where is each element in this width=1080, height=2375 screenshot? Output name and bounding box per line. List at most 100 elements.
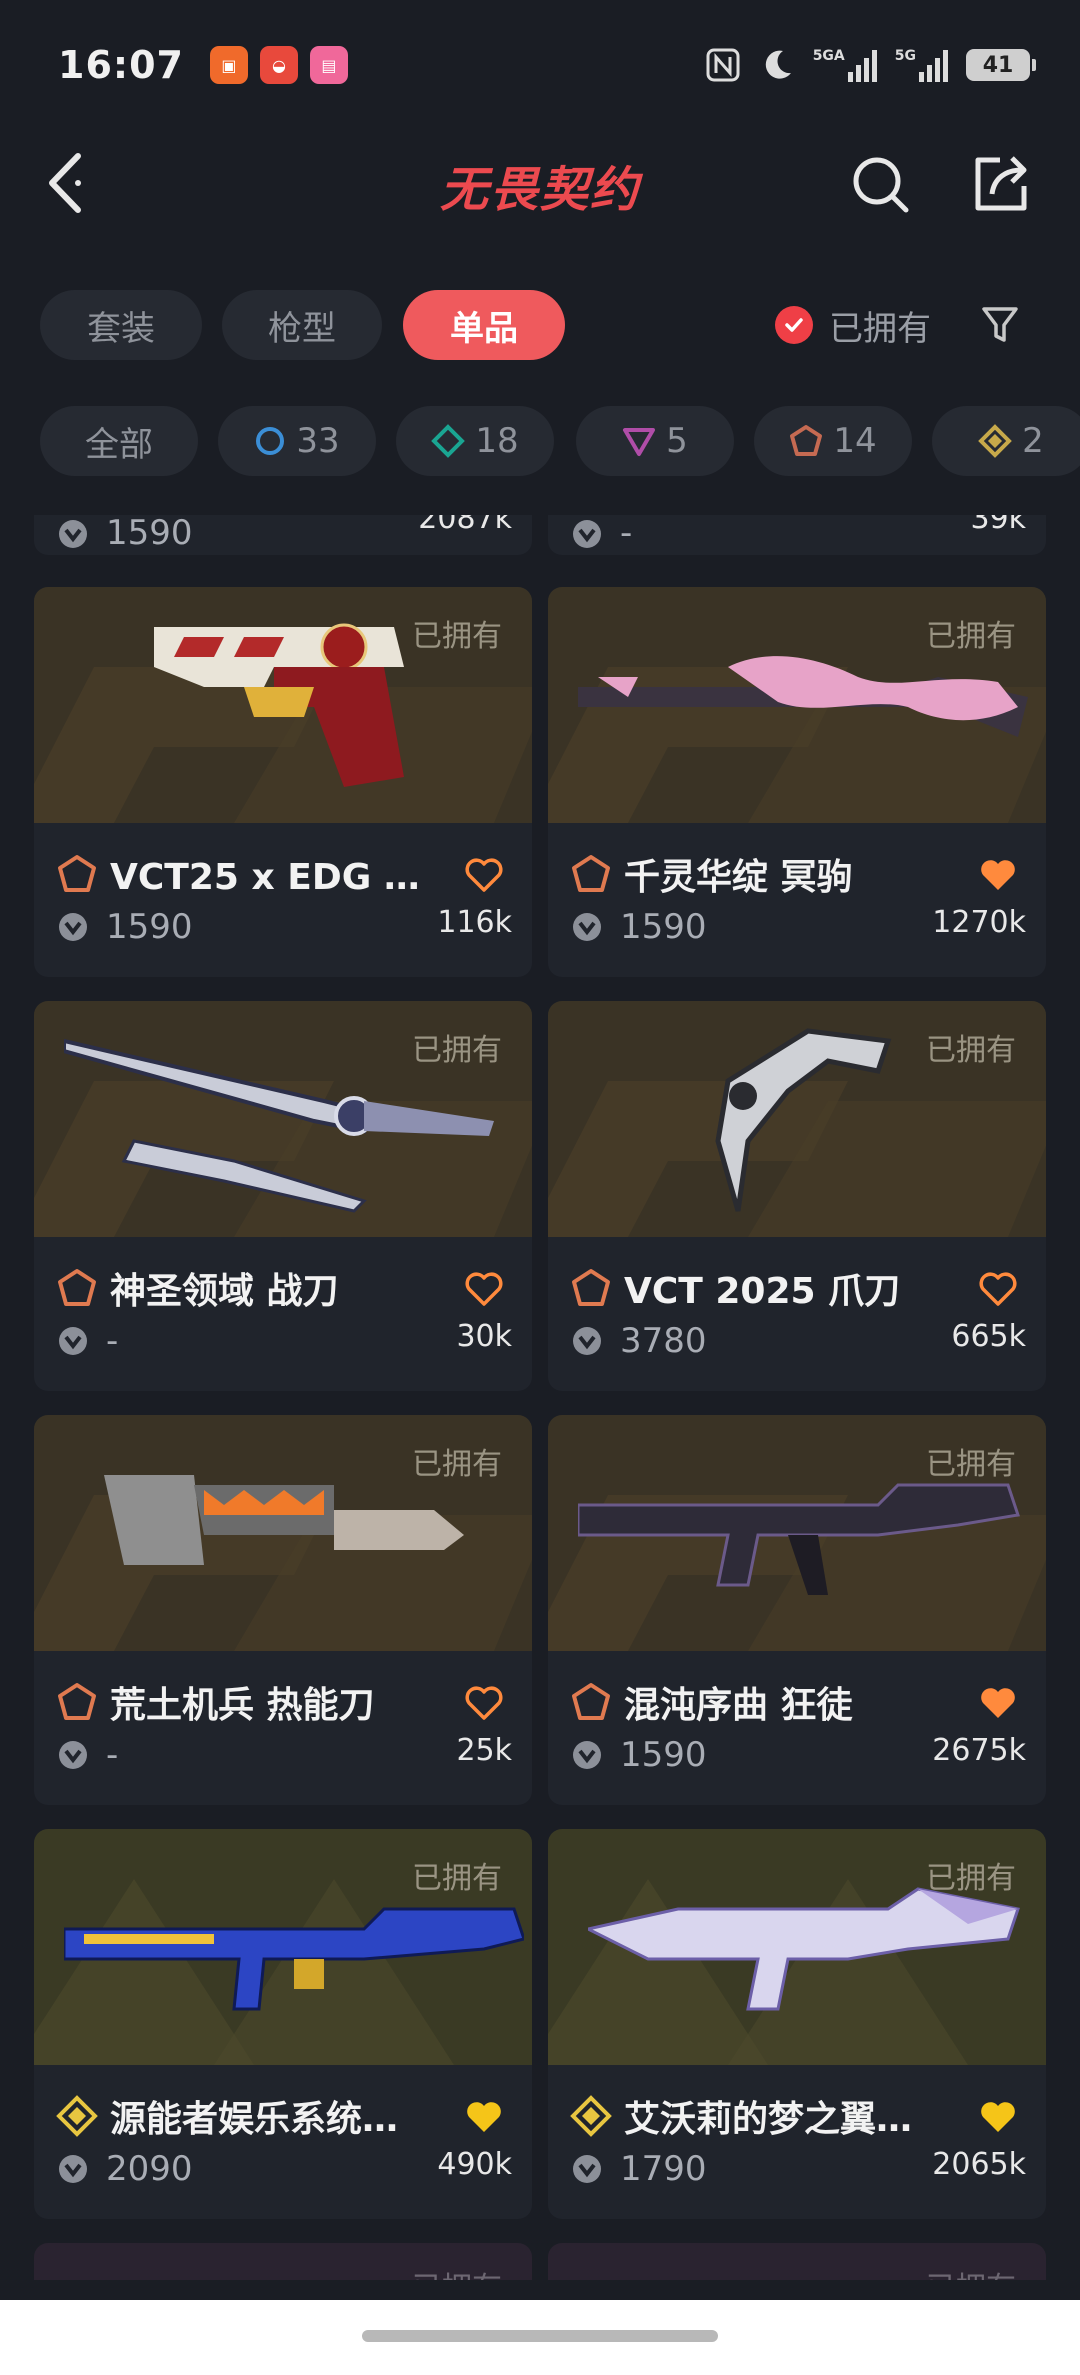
- owned-tag: 已拥有: [412, 1033, 502, 1068]
- heart-filled-icon[interactable]: [978, 857, 1018, 893]
- heart-filled-icon[interactable]: [464, 2099, 504, 2135]
- chip-exclusive-tier[interactable]: 14: [754, 406, 912, 476]
- owned-tag: 已拥有: [412, 1447, 502, 1482]
- tab-weapon-types[interactable]: 枪型: [222, 290, 382, 360]
- top-app-bar: 无畏契约: [0, 130, 1080, 240]
- item-card-partial[interactable]: - 39k: [548, 515, 1046, 555]
- item-likes: 2087k: [418, 515, 512, 536]
- select-tier-icon: [256, 427, 285, 455]
- item-name: 神圣领域 战刀: [110, 1271, 339, 1312]
- owned-tag: 已拥有: [926, 1033, 1016, 1068]
- heart-outline-icon[interactable]: [464, 857, 504, 893]
- notification-icons: ▣ ◒ ▤: [209, 46, 348, 84]
- item-likes: 665k: [951, 1319, 1026, 1354]
- signal-5g-icon: 5G: [895, 48, 948, 82]
- heart-outline-icon[interactable]: [978, 1271, 1018, 1307]
- app-notification-icon: ◒: [259, 46, 298, 84]
- heart-filled-icon[interactable]: [978, 1685, 1018, 1721]
- exclusive-tier-icon: [58, 1269, 96, 1306]
- status-bar: 16:07 ▣ ◒ ▤ 5GA 5G 41: [0, 0, 1080, 130]
- heart-filled-icon[interactable]: [978, 2099, 1018, 2135]
- item-card[interactable]: 已拥有 源能者娱乐系统… 2090 490k: [34, 1829, 532, 2219]
- owned-tag: 已拥有: [926, 1861, 1016, 1896]
- item-likes: 2675k: [932, 1733, 1026, 1768]
- item-likes: 490k: [437, 2147, 512, 2182]
- vp-currency-icon: [573, 913, 601, 941]
- heart-outline-icon[interactable]: [464, 1685, 504, 1721]
- deluxe-tier-icon: [431, 424, 466, 458]
- item-price: 1790: [620, 2149, 707, 2189]
- signal-5ga-icon: 5GA: [813, 48, 877, 82]
- item-card[interactable]: 已拥有 荒土机兵 热能刀 - 25k: [34, 1415, 532, 1805]
- moon-icon: [765, 50, 791, 79]
- chip-select-tier[interactable]: 33: [218, 406, 376, 476]
- item-image: 已拥有: [34, 1829, 532, 2065]
- vp-currency-icon: [573, 1741, 601, 1769]
- share-icon[interactable]: [970, 150, 1032, 216]
- item-card-partial[interactable]: 已拥有: [548, 2243, 1046, 2280]
- item-image: 已拥有: [548, 1415, 1046, 1651]
- home-gesture-handle[interactable]: [362, 2330, 718, 2342]
- rarity-filter-chips: 全部 33 18 5 14 2: [0, 406, 1080, 478]
- item-image: 已拥有: [34, 1415, 532, 1651]
- item-price: 1590: [620, 1735, 707, 1775]
- tab-single-items[interactable]: 单品: [403, 290, 565, 360]
- item-name: VCT25 x EDG 标…: [110, 857, 440, 898]
- heart-outline-icon[interactable]: [464, 1271, 504, 1307]
- page-title-logo: 无畏契约: [439, 162, 640, 218]
- vp-currency-icon: [59, 913, 87, 941]
- vp-currency-icon: [59, 2155, 87, 2183]
- chip-ultra-tier[interactable]: 2: [932, 406, 1080, 476]
- item-image: 已拥有: [34, 587, 532, 823]
- vp-currency-icon: [59, 1741, 87, 1769]
- item-name: 荒土机兵 热能刀: [110, 1685, 375, 1726]
- item-card[interactable]: 已拥有 VCT25 x EDG 标… 1590 116k: [34, 587, 532, 977]
- item-price: -: [620, 515, 633, 553]
- premium-tier-icon: [623, 428, 656, 456]
- item-card[interactable]: 已拥有 千灵华绽 冥驹 1590 1270k: [548, 587, 1046, 977]
- item-card[interactable]: 已拥有 VCT 2025 爪刀 3780 665k: [548, 1001, 1046, 1391]
- vp-currency-icon: [59, 1327, 87, 1355]
- item-image: 已拥有: [548, 587, 1046, 823]
- item-price: -: [106, 1321, 119, 1361]
- karambit-skin-image: [715, 1028, 892, 1212]
- item-grid: 1590 2087k - 39k 已拥有 VCT25 x EDG 标… 1590…: [0, 515, 1080, 2280]
- item-name: 源能者娱乐系统…: [110, 2099, 399, 2140]
- ultra-tier-icon: [978, 424, 1013, 458]
- item-card[interactable]: 已拥有 艾沃莉的梦之翼… 1790 2065k: [548, 1829, 1046, 2219]
- status-time: 16:07: [58, 43, 184, 87]
- battery-level: 41: [982, 52, 1014, 78]
- item-name: 艾沃莉的梦之翼…: [624, 2099, 913, 2140]
- chip-deluxe-tier[interactable]: 18: [396, 406, 554, 476]
- exclusive-tier-icon: [58, 1683, 96, 1720]
- bilibili-icon: ▤: [309, 46, 348, 84]
- owned-tag: 已拥有: [926, 1447, 1016, 1482]
- pistol-skin-image: [154, 623, 404, 787]
- item-name: 混沌序曲 狂徒: [624, 1685, 853, 1726]
- item-likes: 39k: [970, 515, 1026, 536]
- vp-currency-icon: [59, 520, 87, 548]
- item-card[interactable]: 已拥有 神圣领域 战刀 - 30k: [34, 1001, 532, 1391]
- nfc-icon: [706, 48, 740, 82]
- owned-tag: 已拥有: [926, 2263, 1016, 2280]
- item-image: 已拥有: [548, 1829, 1046, 2065]
- search-icon[interactable]: [850, 154, 912, 216]
- owned-tag: 已拥有: [412, 1861, 502, 1896]
- filter-icon[interactable]: [980, 304, 1020, 346]
- item-card-partial[interactable]: 1590 2087k: [34, 515, 532, 555]
- battery-icon: 41: [966, 49, 1036, 81]
- chip-premium-tier[interactable]: 5: [576, 406, 734, 476]
- item-image: 已拥有: [34, 1001, 532, 1237]
- owned-filter-toggle[interactable]: 已拥有: [775, 290, 931, 360]
- item-card-partial[interactable]: 已拥有: [34, 2243, 532, 2280]
- exclusive-tier-icon: [572, 1683, 610, 1720]
- tab-bundles[interactable]: 套装: [40, 290, 202, 360]
- item-card[interactable]: 已拥有 混沌序曲 狂徒 1590 2675k: [548, 1415, 1046, 1805]
- category-tabs: 套装 枪型 单品 已拥有: [40, 290, 1050, 362]
- exclusive-tier-icon: [572, 855, 610, 892]
- vp-currency-icon: [573, 2155, 601, 2183]
- item-likes: 25k: [456, 1733, 512, 1768]
- chip-all[interactable]: 全部: [40, 406, 198, 476]
- sniper-skin-image: [578, 656, 1028, 737]
- item-likes: 116k: [437, 905, 512, 940]
